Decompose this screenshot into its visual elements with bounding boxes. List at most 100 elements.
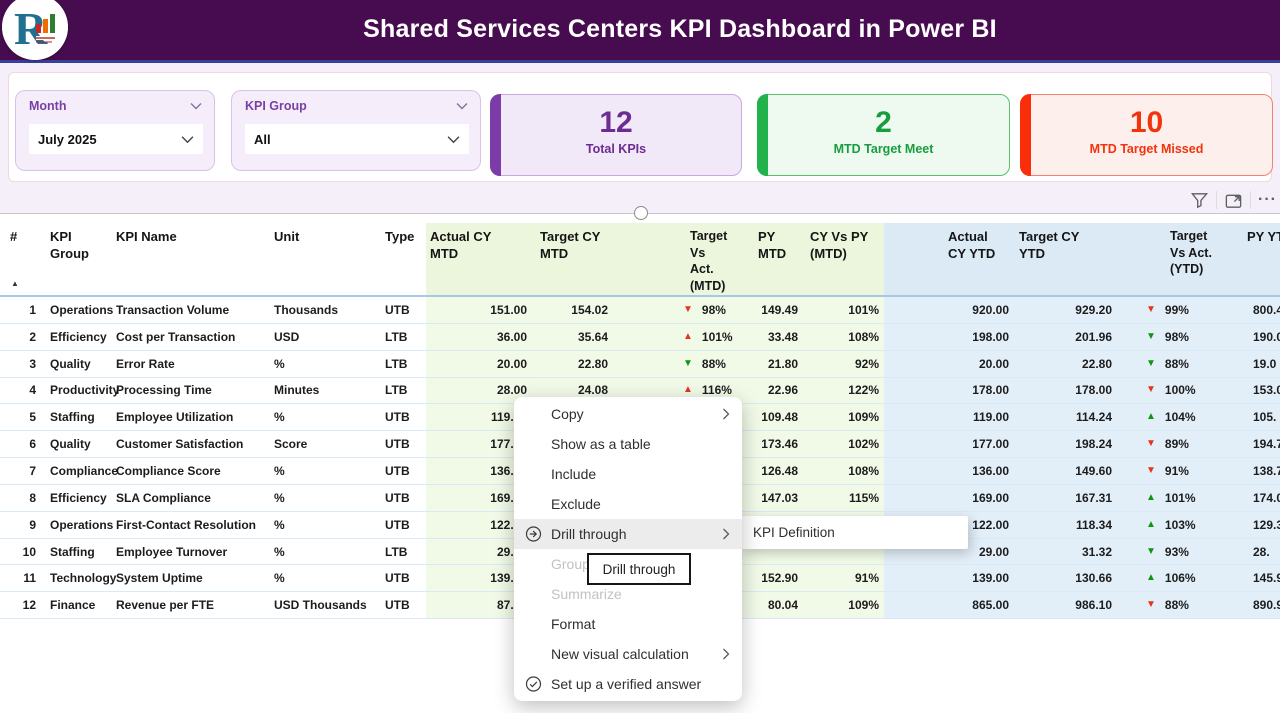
table-cell-target_ytd: 167.31 <box>1014 485 1120 511</box>
table-row[interactable]: 2EfficiencyCost per TransactionUSDLTB36.… <box>0 324 1280 351</box>
table-cell-target_ytd: 130.66 <box>1014 565 1120 591</box>
table-cell-group: Quality <box>42 431 114 457</box>
month-dropdown[interactable]: July 2025 <box>29 124 203 154</box>
table-cell-actual_mtd: 36.00 <box>426 324 533 350</box>
column-header-cy_py_mtd[interactable]: CY Vs PY (MTD) <box>802 223 884 295</box>
table-cell-tva_ytd: ▼93% <box>1120 539 1240 565</box>
column-header-actual_mtd[interactable]: Actual CY MTD <box>426 223 533 295</box>
context-menu-item-copy[interactable]: Copy <box>514 399 742 429</box>
context-menu-item-include[interactable]: Include <box>514 459 742 489</box>
cell-value: 89% <box>1165 437 1189 451</box>
chevron-down-icon[interactable] <box>456 102 468 110</box>
table-cell-type: UTB <box>376 458 426 484</box>
column-header-unit[interactable]: Unit <box>272 223 376 295</box>
context-menu-item-label: Group <box>551 556 590 572</box>
context-menu-item-show-as-a-table[interactable]: Show as a table <box>514 429 742 459</box>
table-cell-target_mtd: 35.64 <box>533 324 628 350</box>
kpi-group-slicer-header[interactable]: KPI Group <box>232 91 480 115</box>
more-options-icon[interactable]: ··· <box>1258 195 1277 205</box>
column-header-target_ytd[interactable]: Target CY YTD <box>1014 223 1120 295</box>
column-header-group[interactable]: KPI Group <box>42 223 114 295</box>
table-cell-n: 8 <box>8 485 42 511</box>
table-cell-target_ytd: 986.10 <box>1014 592 1120 618</box>
table-cell-cy_py_mtd: 108% <box>802 458 884 484</box>
table-cell-group: Operations <box>42 297 114 323</box>
table-cell-group: Staffing <box>42 404 114 430</box>
kpi-card-mtd-target-missed[interactable]: 10MTD Target Missed <box>1020 94 1273 176</box>
column-header-label: CY Vs PY (MTD) <box>810 229 868 261</box>
context-menu-item-format[interactable]: Format <box>514 609 742 639</box>
month-slicer[interactable]: Month July 2025 <box>15 90 215 171</box>
kpi-card-label: MTD Target Missed <box>1021 142 1272 156</box>
column-header-target_mtd[interactable]: Target CY MTD <box>533 223 628 295</box>
table-cell-py_ytd: 153.0 <box>1240 378 1280 404</box>
column-header-name[interactable]: KPI Name <box>114 223 272 295</box>
table-cell-py_mtd: 21.80 <box>745 351 802 377</box>
cell-value: 98% <box>702 303 726 317</box>
table-cell-type: UTB <box>376 485 426 511</box>
drill-through-tooltip-label: Drill through <box>603 562 676 577</box>
table-cell-py_mtd: 80.04 <box>745 592 802 618</box>
table-cell-unit: % <box>272 565 376 591</box>
cell-value: 98% <box>1165 330 1189 344</box>
cell-value: 91% <box>1165 464 1189 478</box>
table-cell-name: Employee Utilization <box>114 404 272 430</box>
card-accent-bar <box>1020 94 1031 176</box>
context-menu-item-drill-through[interactable]: Drill through <box>514 519 742 549</box>
table-cell-group: Efficiency <box>42 324 114 350</box>
table-cell-target_ytd: 198.24 <box>1014 431 1120 457</box>
trend-arrow-icon: ▲ <box>683 385 693 395</box>
kpi-group-dropdown[interactable]: All <box>245 124 469 154</box>
filter-icon[interactable] <box>1190 191 1209 210</box>
table-row[interactable]: 1OperationsTransaction VolumeThousandsUT… <box>0 297 1280 324</box>
table-cell-cy_py_mtd: 102% <box>802 431 884 457</box>
divider-handle[interactable] <box>634 206 648 220</box>
svg-text:R: R <box>14 3 48 54</box>
context-menu-item-label: Format <box>551 616 595 632</box>
column-header-n[interactable]: #▲ <box>8 223 42 295</box>
table-cell-cy_py_mtd: 92% <box>802 351 884 377</box>
cell-value: 99% <box>1165 303 1189 317</box>
chevron-down-icon[interactable] <box>447 135 460 144</box>
toolbar-separator <box>1216 191 1217 209</box>
context-menu-item-exclude[interactable]: Exclude <box>514 489 742 519</box>
context-menu-item-set-up-a-verified-answer[interactable]: Set up a verified answer <box>514 669 742 699</box>
drill-through-tooltip: Drill through <box>587 553 691 585</box>
table-cell-group: Efficiency <box>42 485 114 511</box>
kpi-card-value: 12 <box>491 106 741 139</box>
table-cell-name: Customer Satisfaction <box>114 431 272 457</box>
table-cell-py_ytd: 145.9 <box>1240 565 1280 591</box>
table-row[interactable]: 3QualityError Rate%LTB20.0022.80▼88%21.8… <box>0 351 1280 378</box>
column-header-tva_mtd[interactable]: Target Vs Act. (MTD) <box>628 223 745 295</box>
context-menu-item-new-visual-calculation[interactable]: New visual calculation <box>514 639 742 669</box>
column-header-type[interactable]: Type <box>376 223 426 295</box>
table-cell-n: 2 <box>8 324 42 350</box>
cell-value: 103% <box>1165 518 1196 532</box>
table-cell-target_ytd: 201.96 <box>1014 324 1120 350</box>
kpi-card-mtd-target-meet[interactable]: 2MTD Target Meet <box>757 94 1010 176</box>
chevron-down-icon[interactable] <box>181 135 194 144</box>
kpi-card-total-kpis[interactable]: 12Total KPIs <box>490 94 742 176</box>
column-header-py_ytd[interactable]: PY YTD <box>1240 223 1280 295</box>
trend-arrow-icon: ▼ <box>1146 332 1156 342</box>
table-cell-py_mtd: 109.48 <box>745 404 802 430</box>
submenu-item-kpi-definition[interactable]: KPI Definition <box>753 525 835 540</box>
month-slicer-header[interactable]: Month <box>16 91 214 115</box>
table-cell-n: 11 <box>8 565 42 591</box>
focus-mode-icon[interactable] <box>1224 191 1243 210</box>
table-header-row: #▲KPI GroupKPI NameUnitTypeActual CY MTD… <box>0 223 1280 297</box>
table-cell-type: LTB <box>376 324 426 350</box>
trend-arrow-icon: ▼ <box>1146 359 1156 369</box>
table-cell-group: Operations <box>42 512 114 538</box>
month-slicer-label: Month <box>29 99 66 113</box>
chevron-down-icon[interactable] <box>190 102 202 110</box>
column-header-actual_ytd[interactable]: Actual CY YTD <box>884 223 1014 295</box>
kpi-group-slicer[interactable]: KPI Group All <box>231 90 481 171</box>
table-cell-py_ytd: 174.0 <box>1240 485 1280 511</box>
card-accent-bar <box>490 94 501 176</box>
kpi-group-dropdown-value: All <box>254 132 271 147</box>
column-header-py_mtd[interactable]: PY MTD <box>745 223 802 295</box>
column-header-label: PY YTD <box>1247 229 1280 244</box>
column-header-tva_ytd[interactable]: Target Vs Act. (YTD) <box>1120 223 1240 295</box>
table-cell-py_mtd: 149.49 <box>745 297 802 323</box>
